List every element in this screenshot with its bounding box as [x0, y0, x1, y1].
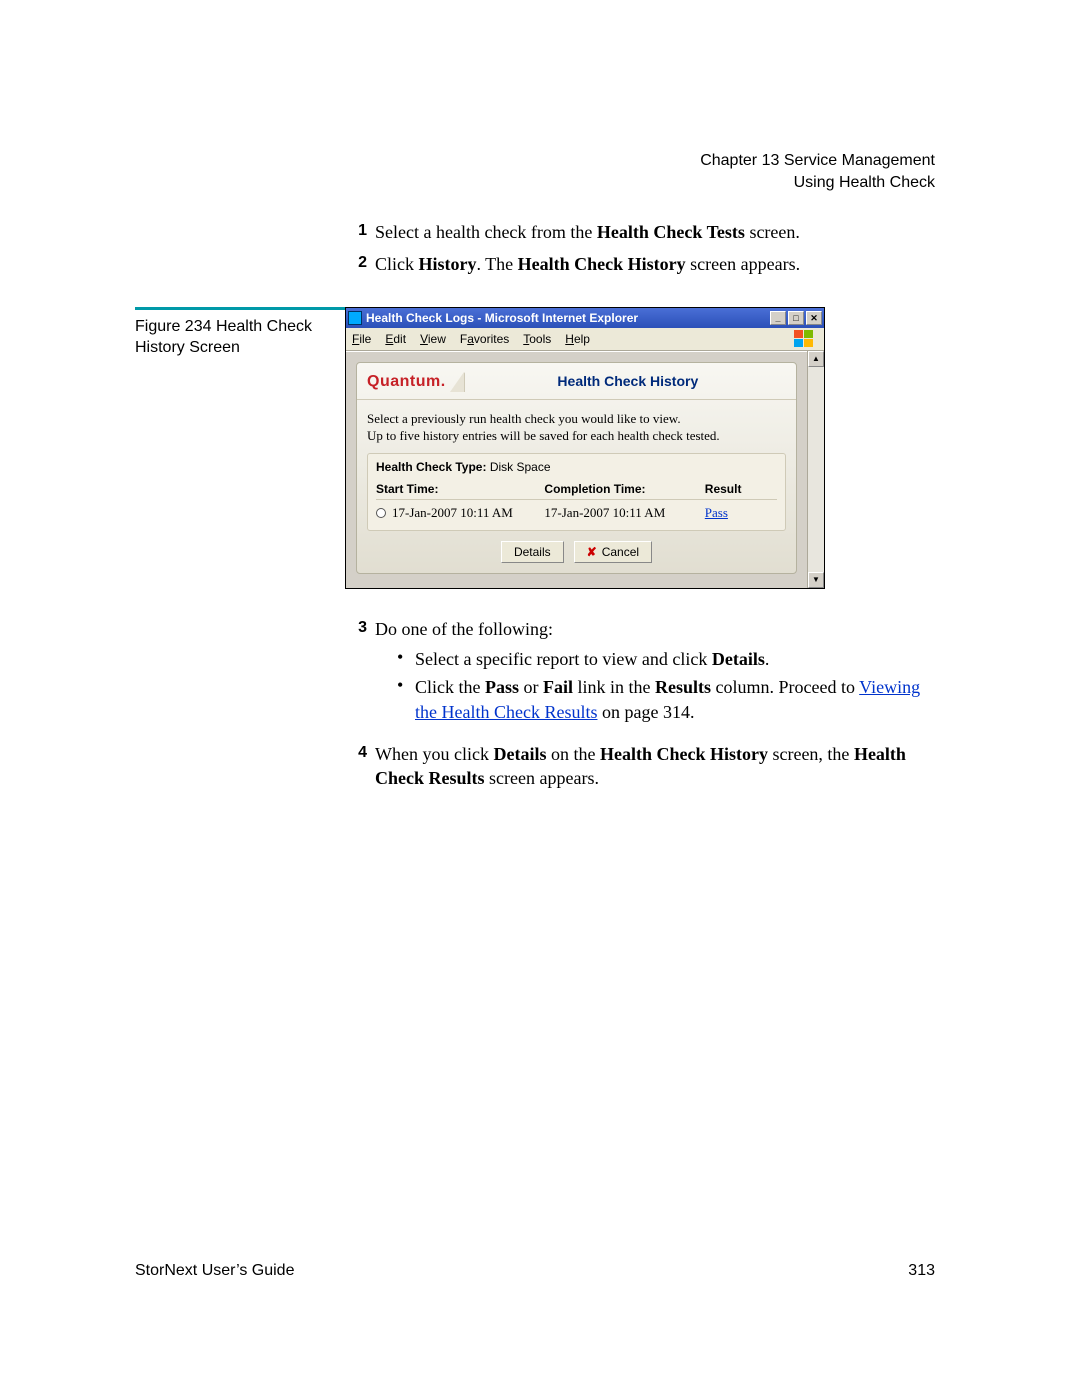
- col-start-header: Start Time:: [376, 481, 544, 497]
- ie-title: Health Check Logs - Microsoft Internet E…: [366, 310, 768, 326]
- close-button[interactable]: ✕: [806, 311, 822, 325]
- cell-result: Pass: [705, 504, 777, 522]
- scrollbar[interactable]: ▲ ▼: [807, 351, 824, 588]
- panel-separator: [357, 399, 796, 400]
- cancel-button[interactable]: ✘ Cancel: [574, 541, 652, 563]
- menu-item[interactable]: Edit: [385, 331, 406, 347]
- ie-content: Quantum. Health Check History Select a p…: [346, 351, 807, 588]
- row-radio[interactable]: [376, 508, 386, 518]
- panel-header: Quantum. Health Check History: [367, 369, 786, 395]
- step-number: 1: [345, 220, 375, 242]
- figure-row: Figure 234 Health Check History Screen H…: [135, 307, 935, 589]
- step: 4When you click Details on the Health Ch…: [345, 742, 935, 791]
- type-value: Disk Space: [490, 460, 551, 474]
- ie-menubar: File Edit View Favorites Tools Help: [346, 328, 824, 351]
- cancel-x-icon: ✘: [587, 544, 597, 560]
- menu-item[interactable]: View: [420, 331, 446, 347]
- step-number: 4: [345, 742, 375, 764]
- cancel-button-label: Cancel: [602, 544, 639, 560]
- result-link[interactable]: Pass: [705, 505, 728, 520]
- col-result-header: Result: [705, 481, 777, 497]
- health-check-type: Health Check Type: Disk Space: [376, 459, 777, 475]
- step-number: 2: [345, 252, 375, 274]
- panel-title: Health Check History: [470, 372, 786, 391]
- step: 1Select a health check from the Health C…: [345, 220, 935, 244]
- health-check-panel: Quantum. Health Check History Select a p…: [356, 362, 797, 574]
- ie-titlebar[interactable]: Health Check Logs - Microsoft Internet E…: [346, 308, 824, 328]
- ie-app-icon: [348, 311, 362, 325]
- step-text: Click History. The Health Check History …: [375, 252, 935, 276]
- table-header: Start Time: Completion Time: Result: [376, 479, 777, 500]
- panel-desc-line2: Up to five history entries will be saved…: [367, 427, 786, 445]
- cell-start-time: 17-Jan-2007 10:11 AM: [376, 504, 544, 522]
- running-head-section: Using Health Check: [700, 172, 935, 194]
- step: 3Do one of the following:•Select a speci…: [345, 617, 935, 734]
- panel-description: Select a previously run health check you…: [367, 410, 786, 445]
- menu-item[interactable]: Tools: [523, 331, 551, 347]
- table-row: 17-Jan-2007 10:11 AM17-Jan-2007 10:11 AM…: [376, 500, 777, 524]
- ie-client-area: Quantum. Health Check History Select a p…: [346, 351, 824, 588]
- step: 2Click History. The Health Check History…: [345, 252, 935, 276]
- maximize-button[interactable]: □: [788, 311, 804, 325]
- type-label: Health Check Type:: [376, 460, 486, 474]
- ie-window: Health Check Logs - Microsoft Internet E…: [345, 307, 825, 589]
- menu-item[interactable]: File: [352, 331, 371, 347]
- bullet-dot-icon: •: [397, 647, 415, 669]
- menu-item[interactable]: Help: [565, 331, 590, 347]
- figure-caption-text: Figure 234 Health Check History Screen: [135, 318, 312, 357]
- numbered-list-top: 1Select a health check from the Health C…: [345, 220, 935, 277]
- details-button[interactable]: Details: [501, 541, 564, 563]
- step-text: When you click Details on the Health Che…: [375, 742, 935, 791]
- bullet-item: •Select a specific report to view and cl…: [397, 647, 935, 671]
- menu-item[interactable]: Favorites: [460, 331, 509, 347]
- windows-logo-icon: [794, 330, 820, 348]
- brand-logo: Quantum.: [367, 371, 446, 393]
- figure-image: Health Check Logs - Microsoft Internet E…: [345, 307, 935, 589]
- col-completion-header: Completion Time:: [544, 481, 704, 497]
- numbered-list-bottom: 3Do one of the following:•Select a speci…: [345, 617, 935, 791]
- step-text: Select a health check from the Health Ch…: [375, 220, 935, 244]
- scroll-down-button[interactable]: ▼: [808, 572, 824, 588]
- scroll-track[interactable]: [808, 367, 824, 572]
- running-head-chapter: Chapter 13 Service Management: [700, 150, 935, 172]
- page-footer: StorNext User’s Guide 313: [135, 1260, 935, 1282]
- body-column: 1Select a health check from the Health C…: [345, 220, 935, 791]
- bullet-dot-icon: •: [397, 675, 415, 697]
- history-table: Health Check Type: Disk Space Start Time…: [367, 453, 786, 531]
- running-head: Chapter 13 Service Management Using Heal…: [700, 150, 935, 193]
- brand-slash-icon: [450, 372, 464, 392]
- bullet-item: •Click the Pass or Fail link in the Resu…: [397, 675, 935, 724]
- minimize-button[interactable]: _: [770, 311, 786, 325]
- panel-desc-line1: Select a previously run health check you…: [367, 410, 786, 428]
- bullet-text: Select a specific report to view and cli…: [415, 647, 935, 671]
- step-text: Do one of the following:•Select a specif…: [375, 617, 935, 734]
- footer-left: StorNext User’s Guide: [135, 1260, 294, 1282]
- panel-actions: Details ✘ Cancel: [367, 541, 786, 563]
- details-button-label: Details: [514, 544, 551, 560]
- figure-caption: Figure 234 Health Check History Screen: [135, 307, 345, 359]
- step-number: 3: [345, 617, 375, 639]
- footer-page-number: 313: [908, 1260, 935, 1282]
- page: Chapter 13 Service Management Using Heal…: [0, 0, 1080, 1397]
- bullet-text: Click the Pass or Fail link in the Resul…: [415, 675, 935, 724]
- scroll-up-button[interactable]: ▲: [808, 351, 824, 367]
- cell-completion-time: 17-Jan-2007 10:11 AM: [544, 504, 704, 522]
- bullet-list: •Select a specific report to view and cl…: [375, 647, 935, 724]
